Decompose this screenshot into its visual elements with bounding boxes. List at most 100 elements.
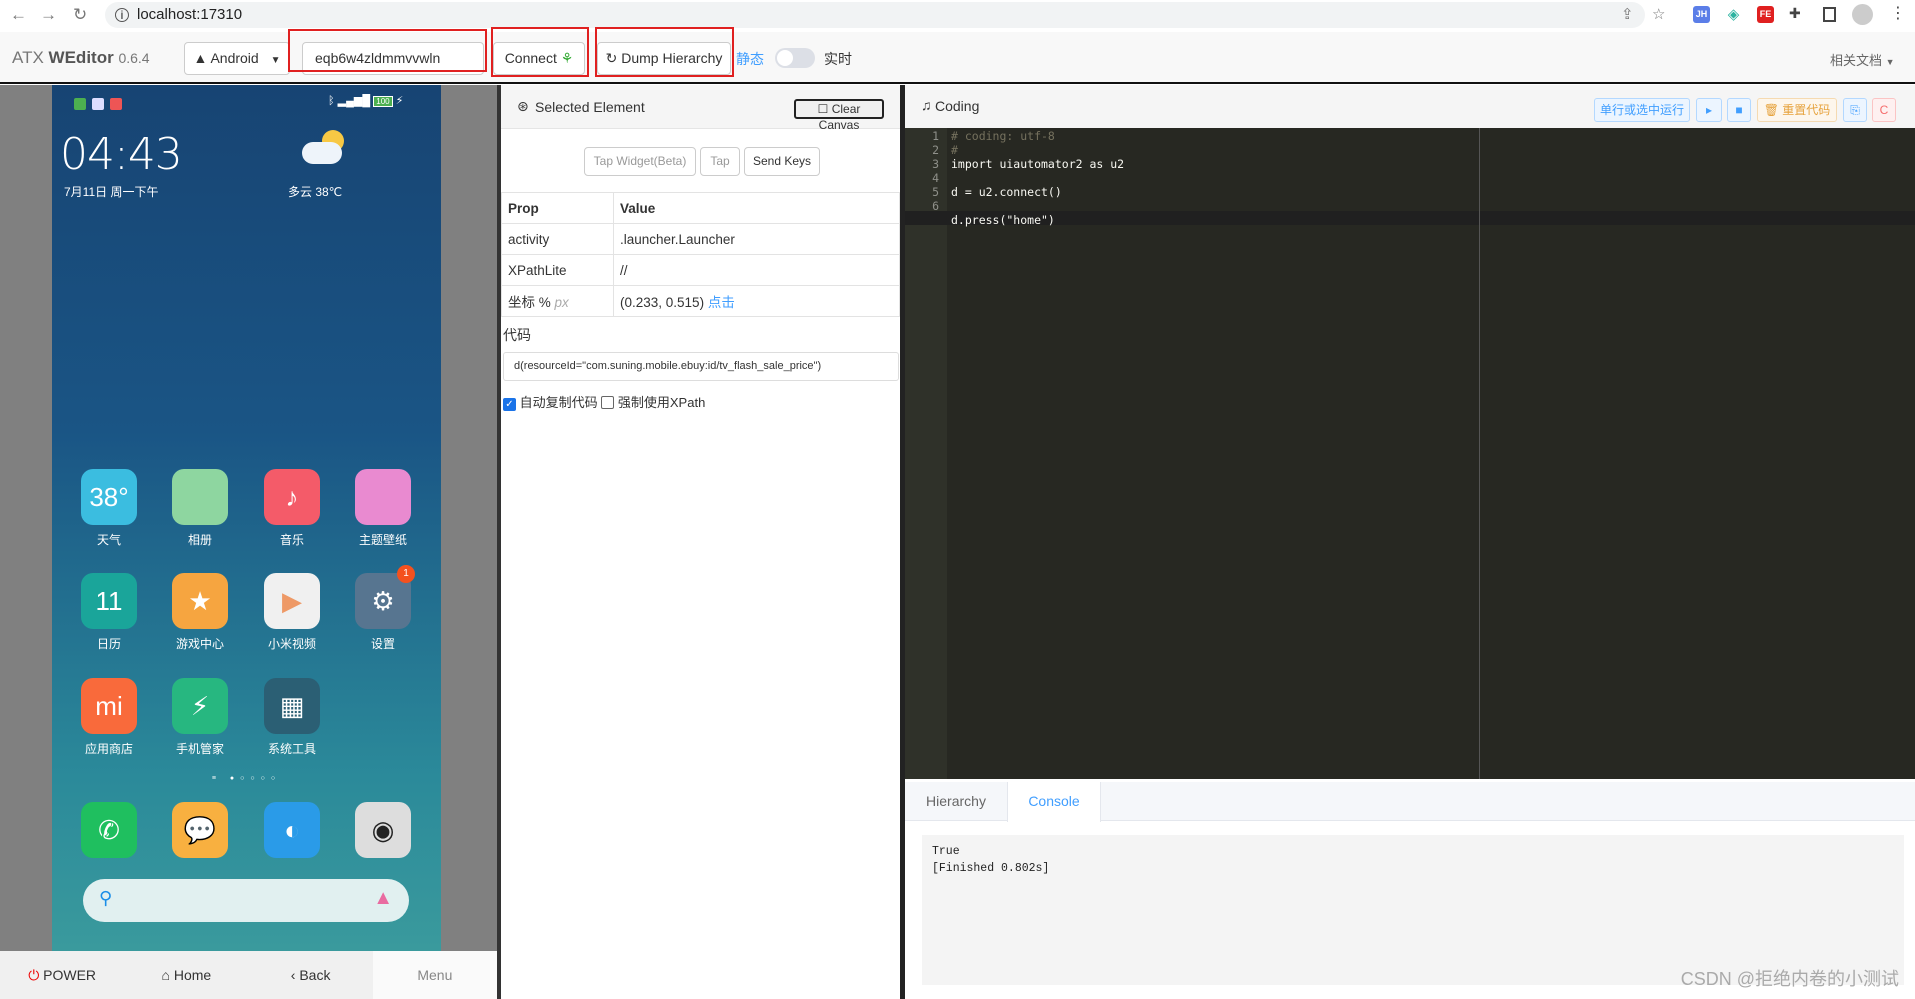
line-number: 4 xyxy=(932,171,939,185)
app-label: 日历 xyxy=(96,637,121,651)
line-gutter: 1234567 xyxy=(905,128,947,779)
share-icon[interactable]: ⇪ xyxy=(1621,5,1634,23)
home-button[interactable]: ⌂ Home xyxy=(124,951,248,999)
menu-dots-icon[interactable]: ⋮ xyxy=(1890,3,1906,23)
home-icon: ⌂ xyxy=(161,967,170,983)
app-icon-3[interactable]: ♪ xyxy=(264,469,320,525)
app-label: 相册 xyxy=(187,533,212,547)
fe-extension-icon[interactable]: FE xyxy=(1757,6,1774,23)
profile-avatar-icon[interactable] xyxy=(1852,4,1873,25)
device-screen[interactable]: ᛒ ▂▄▆█ 100 ⚡ 04:43 7月11日 周一下午 多云 38℃ 38°… xyxy=(52,85,441,951)
app-icon-1[interactable]: 38° xyxy=(81,469,137,525)
app-label: 设置 xyxy=(370,637,395,651)
code-line: # coding: utf-8 xyxy=(951,129,1055,143)
print-margin xyxy=(1479,128,1480,779)
app-label: 系统工具 xyxy=(267,742,316,756)
app-label: 小米视频 xyxy=(267,637,316,651)
app-navbar: ATX WEditor 0.6.4 ▲ Android ▼ eqb6w4zldm… xyxy=(0,27,1915,84)
power-button[interactable]: ⏻ POWER xyxy=(0,951,124,999)
notification-icon xyxy=(74,98,86,110)
battery-icon: 100 xyxy=(373,96,393,107)
search-bar[interactable]: ⚲ ▲ xyxy=(83,879,409,922)
highlight-box xyxy=(288,29,487,72)
console-output: True [Finished 0.802s] xyxy=(922,835,1904,985)
tab-hierarchy[interactable]: Hierarchy xyxy=(905,782,1007,821)
puzzle-extensions-icon[interactable]: ✚ xyxy=(1789,5,1801,22)
options-row: ✓ 自动复制代码 强制使用XPath xyxy=(503,392,705,411)
target-icon: ⊛ xyxy=(517,98,529,114)
app-icon-4[interactable] xyxy=(355,469,411,525)
jh-extension-icon[interactable]: JH xyxy=(1693,6,1710,23)
notification-icon xyxy=(92,98,104,110)
line-number: 3 xyxy=(932,157,939,171)
app-label: 主题壁纸 xyxy=(358,533,407,547)
run-selected-button[interactable]: 单行或选中运行 xyxy=(1594,98,1690,122)
search-icon: ⚲ xyxy=(99,888,113,908)
click-link[interactable]: 点击 xyxy=(708,295,735,310)
stop-icon[interactable]: ■ xyxy=(1727,98,1751,122)
reload-icon[interactable]: ↻ xyxy=(73,5,87,25)
menu-button[interactable]: Menu xyxy=(372,951,497,999)
app-label: 音乐 xyxy=(279,533,304,547)
tap-button[interactable]: Tap xyxy=(700,147,740,176)
platform-select[interactable]: ▲ Android ▼ xyxy=(184,42,290,75)
back-button[interactable]: ‹ Back xyxy=(249,951,373,999)
messages-dock-icon[interactable]: 💬 xyxy=(172,802,228,858)
app-icon-6[interactable]: ★ xyxy=(172,573,228,629)
tab-console[interactable]: Console xyxy=(1007,782,1101,822)
app-icon-11[interactable]: ▦ xyxy=(264,678,320,734)
prop-cell: 坐标 % px xyxy=(501,285,614,317)
app-icon-5[interactable]: 11 xyxy=(81,573,137,629)
clock: 04:43 xyxy=(60,129,183,180)
app-icon-9[interactable]: mi xyxy=(81,678,137,734)
bookmark-star-icon[interactable]: ☆ xyxy=(1652,5,1665,23)
coding-title: Coding xyxy=(935,98,980,114)
phone-dock-icon[interactable]: ✆ xyxy=(81,802,137,858)
realtime-toggle[interactable] xyxy=(775,48,815,68)
send-keys-button[interactable]: Send Keys xyxy=(744,147,820,176)
active-line xyxy=(905,211,1915,225)
camera-dock-icon[interactable]: ◉ xyxy=(355,802,411,858)
code-input[interactable]: d(resourceId="com.suning.mobile.ebuy:id/… xyxy=(503,352,899,381)
header-value: Value xyxy=(613,192,900,224)
code-line: d = u2.connect() xyxy=(951,185,1062,199)
reset-code-button[interactable]: 🗑 重置代码 xyxy=(1757,98,1837,122)
power-icon: ⏻ xyxy=(28,967,40,983)
address-bar[interactable]: i localhost:17310 xyxy=(105,2,1645,28)
line-number: 1 xyxy=(932,129,939,143)
app-label: 天气 xyxy=(96,533,121,547)
weather-text: 多云 38℃ xyxy=(288,185,343,199)
clear-canvas-button[interactable]: ☐ Clear Canvas xyxy=(794,99,884,132)
app-icon-10[interactable]: ⚡ xyxy=(172,678,228,734)
px-toggle[interactable]: px xyxy=(555,295,569,310)
tap-widget-button[interactable]: Tap Widget(Beta) xyxy=(584,147,696,176)
reload-kernel-icon[interactable]: C xyxy=(1872,98,1896,122)
table-row: 坐标 % px (0.233, 0.515) 点击 xyxy=(501,285,900,317)
forward-icon[interactable]: → xyxy=(40,5,57,25)
android-icon: ▲ xyxy=(193,50,208,66)
code-line: d.press("home") xyxy=(951,213,1055,227)
app-icon-7[interactable]: ▶ xyxy=(264,573,320,629)
sidepanel-icon[interactable] xyxy=(1823,7,1836,22)
diamond-extension-icon[interactable]: ◈ xyxy=(1725,6,1742,23)
code-line: import uiautomator2 as u2 xyxy=(951,157,1125,171)
header-prop: Prop xyxy=(501,192,614,224)
date-text: 7月11日 周一下午 xyxy=(64,185,159,199)
code-editor[interactable]: 1234567 # coding: utf-8#import uiautomat… xyxy=(905,128,1915,779)
line-number: 5 xyxy=(932,185,939,199)
prop-cell: activity xyxy=(501,223,614,255)
run-icon[interactable]: ▸ xyxy=(1696,98,1722,122)
auto-copy-checkbox[interactable]: ✓ xyxy=(503,398,516,411)
page-indicator: ≡ ●○○○○ xyxy=(211,775,282,782)
app-label: 手机管家 xyxy=(175,742,224,756)
prop-cell: XPathLite xyxy=(501,254,614,286)
browser-toolbar: ← → ↻ i localhost:17310 ⇪ ☆ JH ◈ FE ✚ ⋮ xyxy=(0,0,1915,30)
back-icon[interactable]: ← xyxy=(10,5,27,25)
signal-icon: ▂▄▆█ xyxy=(337,95,371,107)
copy-icon[interactable]: ⎘ xyxy=(1843,98,1867,122)
chevron-left-icon: ‹ xyxy=(290,967,296,983)
docs-dropdown[interactable]: 相关文档 ▼ xyxy=(1830,50,1895,69)
browser-dock-icon[interactable]: ◐ xyxy=(264,802,320,858)
force-xpath-checkbox[interactable] xyxy=(601,396,615,409)
app-icon-2[interactable] xyxy=(172,469,228,525)
